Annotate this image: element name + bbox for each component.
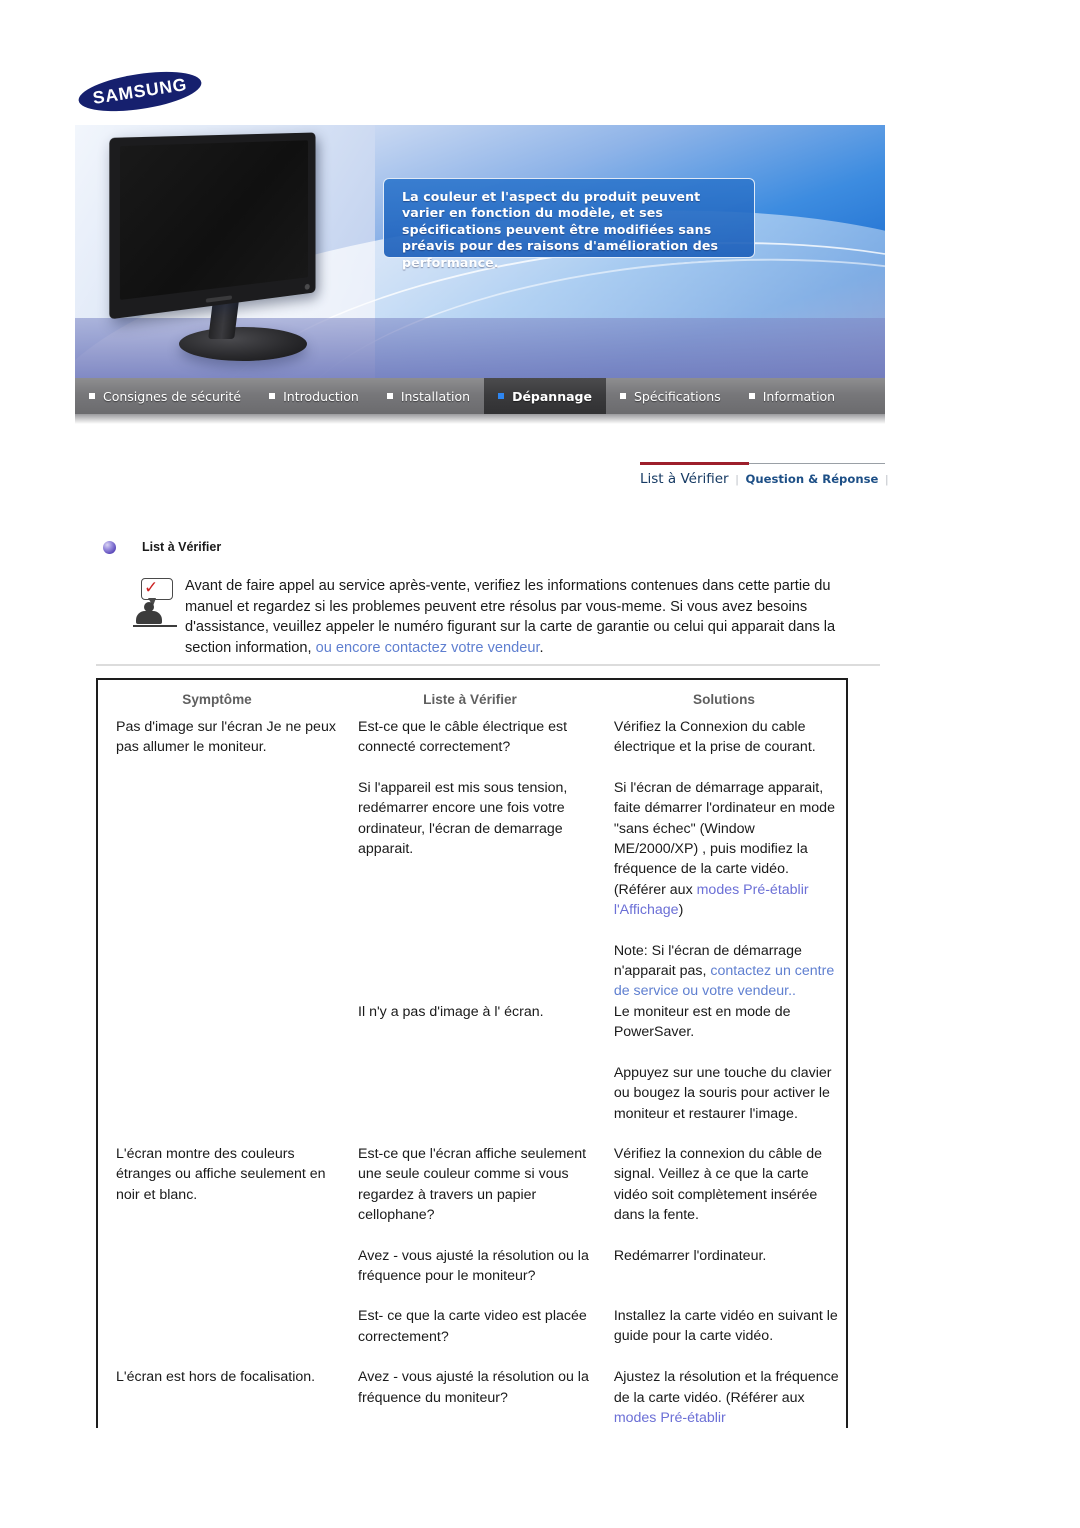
monitor-base [179,327,307,361]
bullet-square-icon [748,393,755,399]
cell-solutions: Vérifiez la Connexion du cable électriqu… [614,717,846,1002]
solution-text: Redémarrer l'ordinateur. [613,1247,767,1264]
column-header-liste-a-verifier: Liste à Vérifier [423,692,517,707]
logo-wordmark: SAMSUNG [91,74,189,108]
bullet-square-icon [498,393,505,399]
check-text: Est-ce que l'écran affiche seulement une… [358,1145,587,1224]
symptom-text: L'écran est hors de focalisation. [116,1369,316,1386]
table-header-row: Symptôme Liste à Vérifier Solutions [98,680,846,717]
check-text: Est-ce que le câble électrique est conne… [358,719,568,756]
table-row: Pas d'image sur l'écran Je ne peux pas a… [116,717,846,1002]
sub-navigation[interactable]: List à Vérifier | Question & Réponse | [640,462,888,496]
solution-text: Si l'écran de démarrage apparait, faite … [614,778,840,921]
nav-label: Spécifications [633,388,721,404]
cell-symptom-empty [116,1002,358,1124]
column-header-symptome: Symptôme [182,692,252,707]
check-text: Est- ce que la carte video est placée co… [358,1308,587,1345]
symptom-text: Pas d'image sur l'écran Je ne peux pas a… [116,719,336,756]
check-mark-icon: ✓ [144,578,159,598]
cell-symptom: L'écran montre des couleurs étranges ou … [116,1144,358,1347]
cell-checks: Est-ce que l'écran affiche seulement une… [358,1144,614,1347]
nav-item-introduction[interactable]: Introduction [255,378,373,414]
solution-text: Ajustez la résolution et la fréquence de… [614,1367,840,1428]
cell-checks: Avez - vous ajusté la résolution ou la f… [358,1367,614,1428]
person-body-icon [136,611,162,624]
nav-drop-shadow [75,414,885,424]
cell-solutions: Vérifiez la connexion du câble de signal… [614,1144,846,1347]
solution-text: Vérifiez la Connexion du cable électriqu… [613,719,816,756]
bullet-orb-icon [103,540,116,554]
solution-text-part: Ajustez la résolution et la fréquence de… [613,1369,839,1406]
cell-symptom: L'écran est hors de focalisation. [116,1367,358,1428]
nav-item-depannage[interactable]: Dépannage [484,378,606,414]
section-divider [96,664,880,666]
hero-callout-text: La couleur et l'aspect du produit peuven… [402,189,719,270]
nav-label: Dépannage [512,388,592,404]
check-text: Si l'appareil est mis sous tension, redé… [358,779,568,858]
intro-text-end: . [539,639,544,656]
hero-callout-box: La couleur et l'aspect du produit peuven… [383,178,755,270]
check-text: Il n'y a pas d'image à l' écran. [358,1003,544,1020]
nav-item-information[interactable]: Information [735,378,849,414]
solution-text: Appuyez sur une touche du clavier ou bou… [613,1064,832,1122]
samsung-logo: SAMSUNG [76,65,204,118]
solution-text: Vérifiez la connexion du câble de signal… [613,1145,823,1224]
cell-solutions: Ajustez la résolution et la fréquence de… [614,1367,846,1428]
symptom-text: L'écran montre des couleurs étranges ou … [116,1145,326,1203]
table-body: Pas d'image sur l'écran Je ne peux pas a… [98,717,846,1428]
subnav-rule [749,463,885,464]
nav-label: Introduction [283,388,359,404]
cell-checks: Il n'y a pas d'image à l' écran. [358,1002,614,1124]
nav-item-consignes-de-securite[interactable]: Consignes de sécurité [75,378,255,414]
subnav-separator: | [735,474,739,486]
table-row: Il n'y a pas d'image à l' écran. Le moni… [116,1002,846,1124]
checklist-person-icon: ✓ [133,578,179,632]
intro-vendor-link[interactable]: ou encore contactez votre vendeur [316,640,540,656]
subnav-item-question-reponse[interactable]: Question & Réponse [745,472,878,486]
solution-text-tail: .. [788,983,796,1000]
cell-solutions: Le moniteur est en mode de PowerSaver. A… [614,1002,846,1124]
solution-text: Installez la carte vidéo en suivant le g… [613,1307,838,1345]
row-spacer [116,1124,846,1144]
check-text: Avez - vous ajusté la résolution ou la f… [358,1247,589,1284]
solution-text-part: Si l'écran de démarrage apparait, faite … [613,779,835,898]
monitor-bezel [109,132,316,320]
cell-checks: Est-ce que le câble électrique est conne… [358,717,614,1002]
bullet-square-icon [269,393,276,399]
power-button-icon [304,283,310,290]
subnav-item-list-a-verifier[interactable]: List à Vérifier [640,471,729,487]
cell-symptom: Pas d'image sur l'écran Je ne peux pas a… [116,717,358,1002]
nav-label: Information [762,388,836,404]
nav-item-specifications[interactable]: Spécifications [606,378,735,414]
subnav-separator: | [885,474,889,486]
solution-note: Note: Si l'écran de démarrage n'apparait… [614,941,840,1002]
nav-label: Installation [400,388,471,404]
bullet-square-icon [386,393,393,399]
table-row: L'écran est hors de focalisation. Avez -… [116,1367,846,1428]
nav-item-installation[interactable]: Installation [373,378,484,414]
row-spacer [116,1347,846,1367]
main-navigation-bar[interactable]: Consignes de sécurité Introduction Insta… [75,378,885,414]
solution-link-modes-pre-etablir[interactable]: modes Pré-établir [614,1410,726,1426]
nav-label: Consignes de sécurité [103,388,242,404]
section-heading-label: List à Vérifier [142,540,222,554]
intro-paragraph: Avant de faire appel au service après-ve… [185,576,857,658]
troubleshooting-table: Symptôme Liste à Vérifier Solutions Pas … [96,678,848,1429]
monitor-chin-logo [205,295,232,303]
bullet-square-icon [89,393,95,399]
bullet-square-icon [619,393,626,399]
table-row: L'écran montre des couleurs étranges ou … [116,1144,846,1347]
subnav-active-rule [640,462,749,465]
subnav-items: List à Vérifier | Question & Réponse | [640,471,895,487]
icon-baseline [133,625,177,627]
hero-banner: La couleur et l'aspect du produit peuven… [75,125,885,378]
check-text: Avez - vous ajusté la résolution ou la f… [358,1369,589,1406]
section-heading: List à Vérifier [103,540,221,554]
solution-text: Le moniteur est en mode de PowerSaver. [613,1003,791,1041]
monitor-screen [119,140,309,300]
monitor-product-image [103,132,351,373]
column-header-solutions: Solutions [693,692,755,707]
solution-text-tail: ) [678,902,684,919]
